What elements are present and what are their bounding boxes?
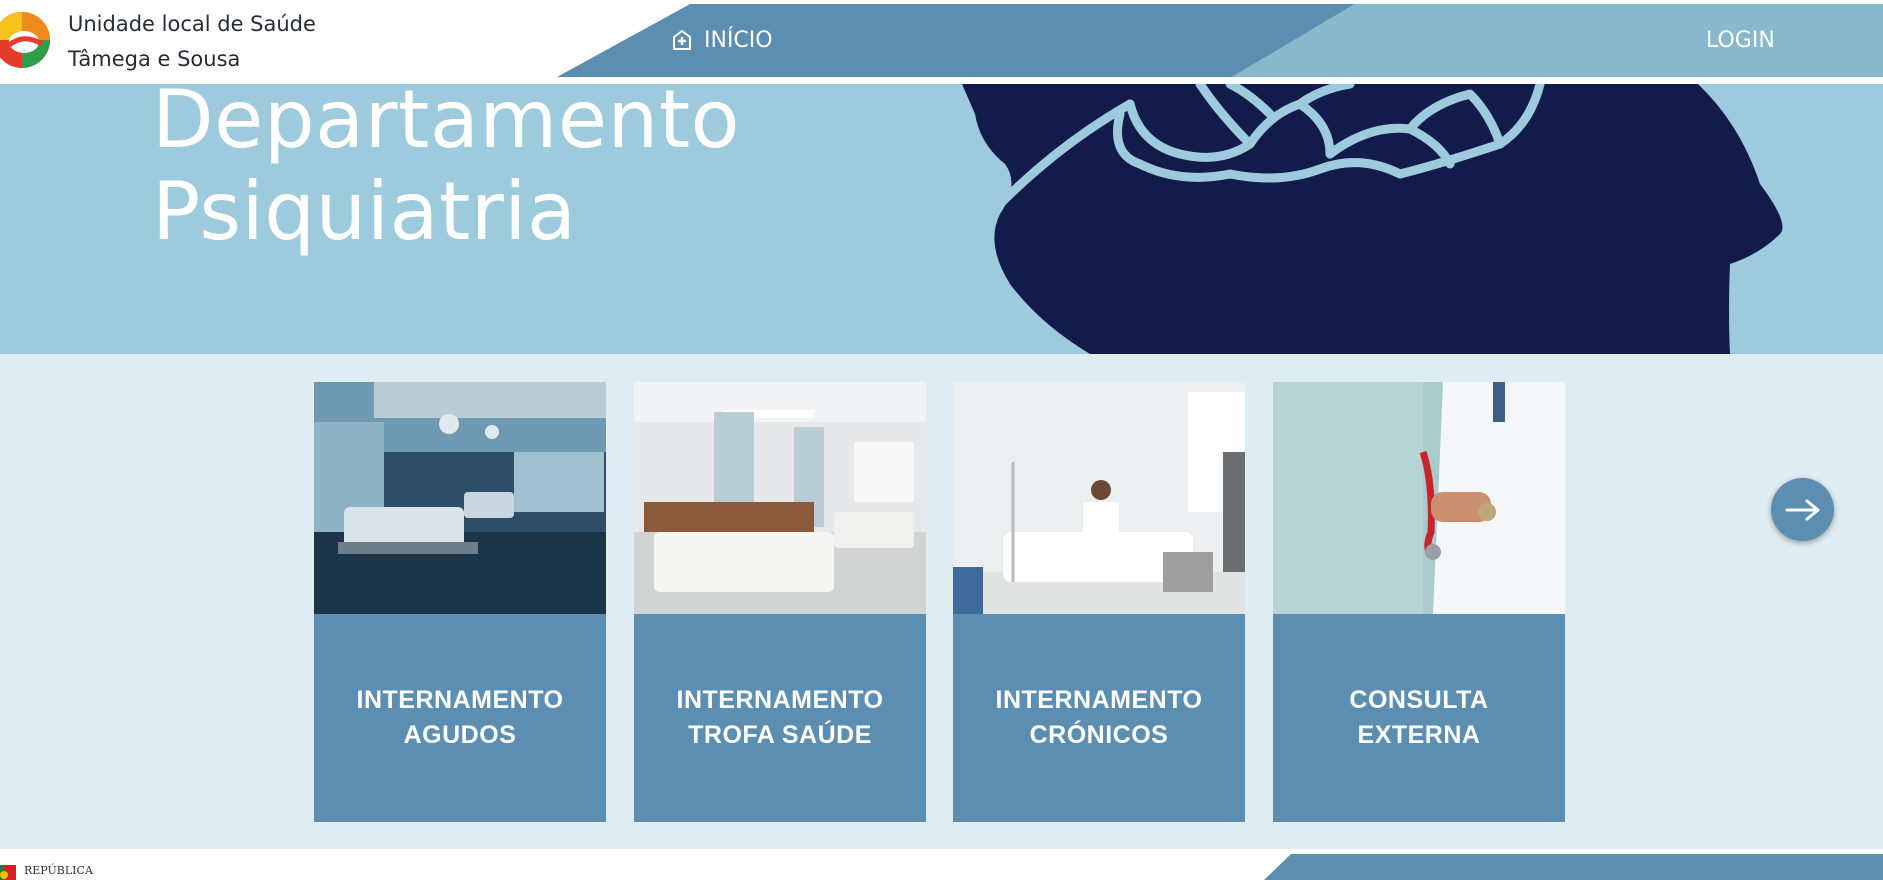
nav-login-link[interactable]: LOGIN	[1706, 22, 1775, 58]
page-title: Departamento Psiquiatria	[152, 84, 740, 258]
service-card-label-line1: INTERNAMENTO	[995, 686, 1203, 714]
carousel-next-button[interactable]	[1771, 478, 1834, 541]
service-card-label: INTERNAMENTO CRÓNICOS	[953, 614, 1245, 822]
service-card-internamento-cronicos[interactable]: INTERNAMENTO CRÓNICOS	[953, 382, 1245, 822]
nav-home-link[interactable]: INÍCIO	[670, 22, 773, 58]
service-card-label: INTERNAMENTO AGUDOS	[314, 614, 606, 822]
page-title-line1: Departamento	[152, 84, 741, 166]
service-card-label-line1: CONSULTA	[1349, 686, 1489, 714]
footer-band-background	[1264, 854, 1883, 880]
uls-logo[interactable]	[0, 8, 52, 72]
hospital-room-photo	[634, 382, 926, 614]
service-card-label-line1: INTERNAMENTO	[356, 686, 564, 714]
republica-label: REPÚBLICA	[24, 864, 93, 877]
organization-name: Unidade local de Saúde Tâmega e Sousa	[68, 7, 316, 77]
page-title-line2: Psiquiatria	[152, 165, 577, 258]
service-card-internamento-trofa-saude[interactable]: INTERNAMENTO TROFA SAÚDE	[634, 382, 926, 822]
doctor-stethoscope-photo	[1273, 382, 1565, 614]
hero-banner: Departamento Psiquiatria	[0, 84, 1883, 354]
service-card-label-line2: CRÓNICOS	[1029, 721, 1169, 749]
site-footer: REPÚBLICA	[0, 849, 1883, 880]
service-card-label-line2: EXTERNA	[1357, 721, 1481, 749]
hospital-plus-icon	[673, 30, 691, 50]
service-card-consulta-externa[interactable]: CONSULTA EXTERNA	[1273, 382, 1565, 822]
service-card-label-line2: AGUDOS	[403, 721, 517, 749]
service-card-label-line2: TROFA SAÚDE	[688, 721, 872, 749]
service-card-internamento-agudos[interactable]: INTERNAMENTO AGUDOS	[314, 382, 606, 822]
service-card-label-line1: INTERNAMENTO	[676, 686, 884, 714]
arrow-right-icon	[1785, 499, 1819, 520]
services-carousel: INTERNAMENTO AGUDOS INTERNAMENTO TROFA S…	[0, 354, 1883, 849]
nav-home-label: INÍCIO	[704, 27, 773, 53]
organization-name-line2: Tâmega e Sousa	[68, 47, 241, 71]
hospital-ward-photo	[314, 382, 606, 614]
nurse-bedside-photo	[953, 382, 1245, 614]
service-card-label: CONSULTA EXTERNA	[1273, 614, 1565, 822]
nav-login-label: LOGIN	[1706, 27, 1775, 53]
organization-name-line1: Unidade local de Saúde	[68, 12, 316, 36]
republica-portuguesa-logo	[0, 865, 16, 880]
site-header: Unidade local de Saúde Tâmega e Sousa IN…	[0, 0, 1883, 84]
service-card-label: INTERNAMENTO TROFA SAÚDE	[634, 614, 926, 822]
